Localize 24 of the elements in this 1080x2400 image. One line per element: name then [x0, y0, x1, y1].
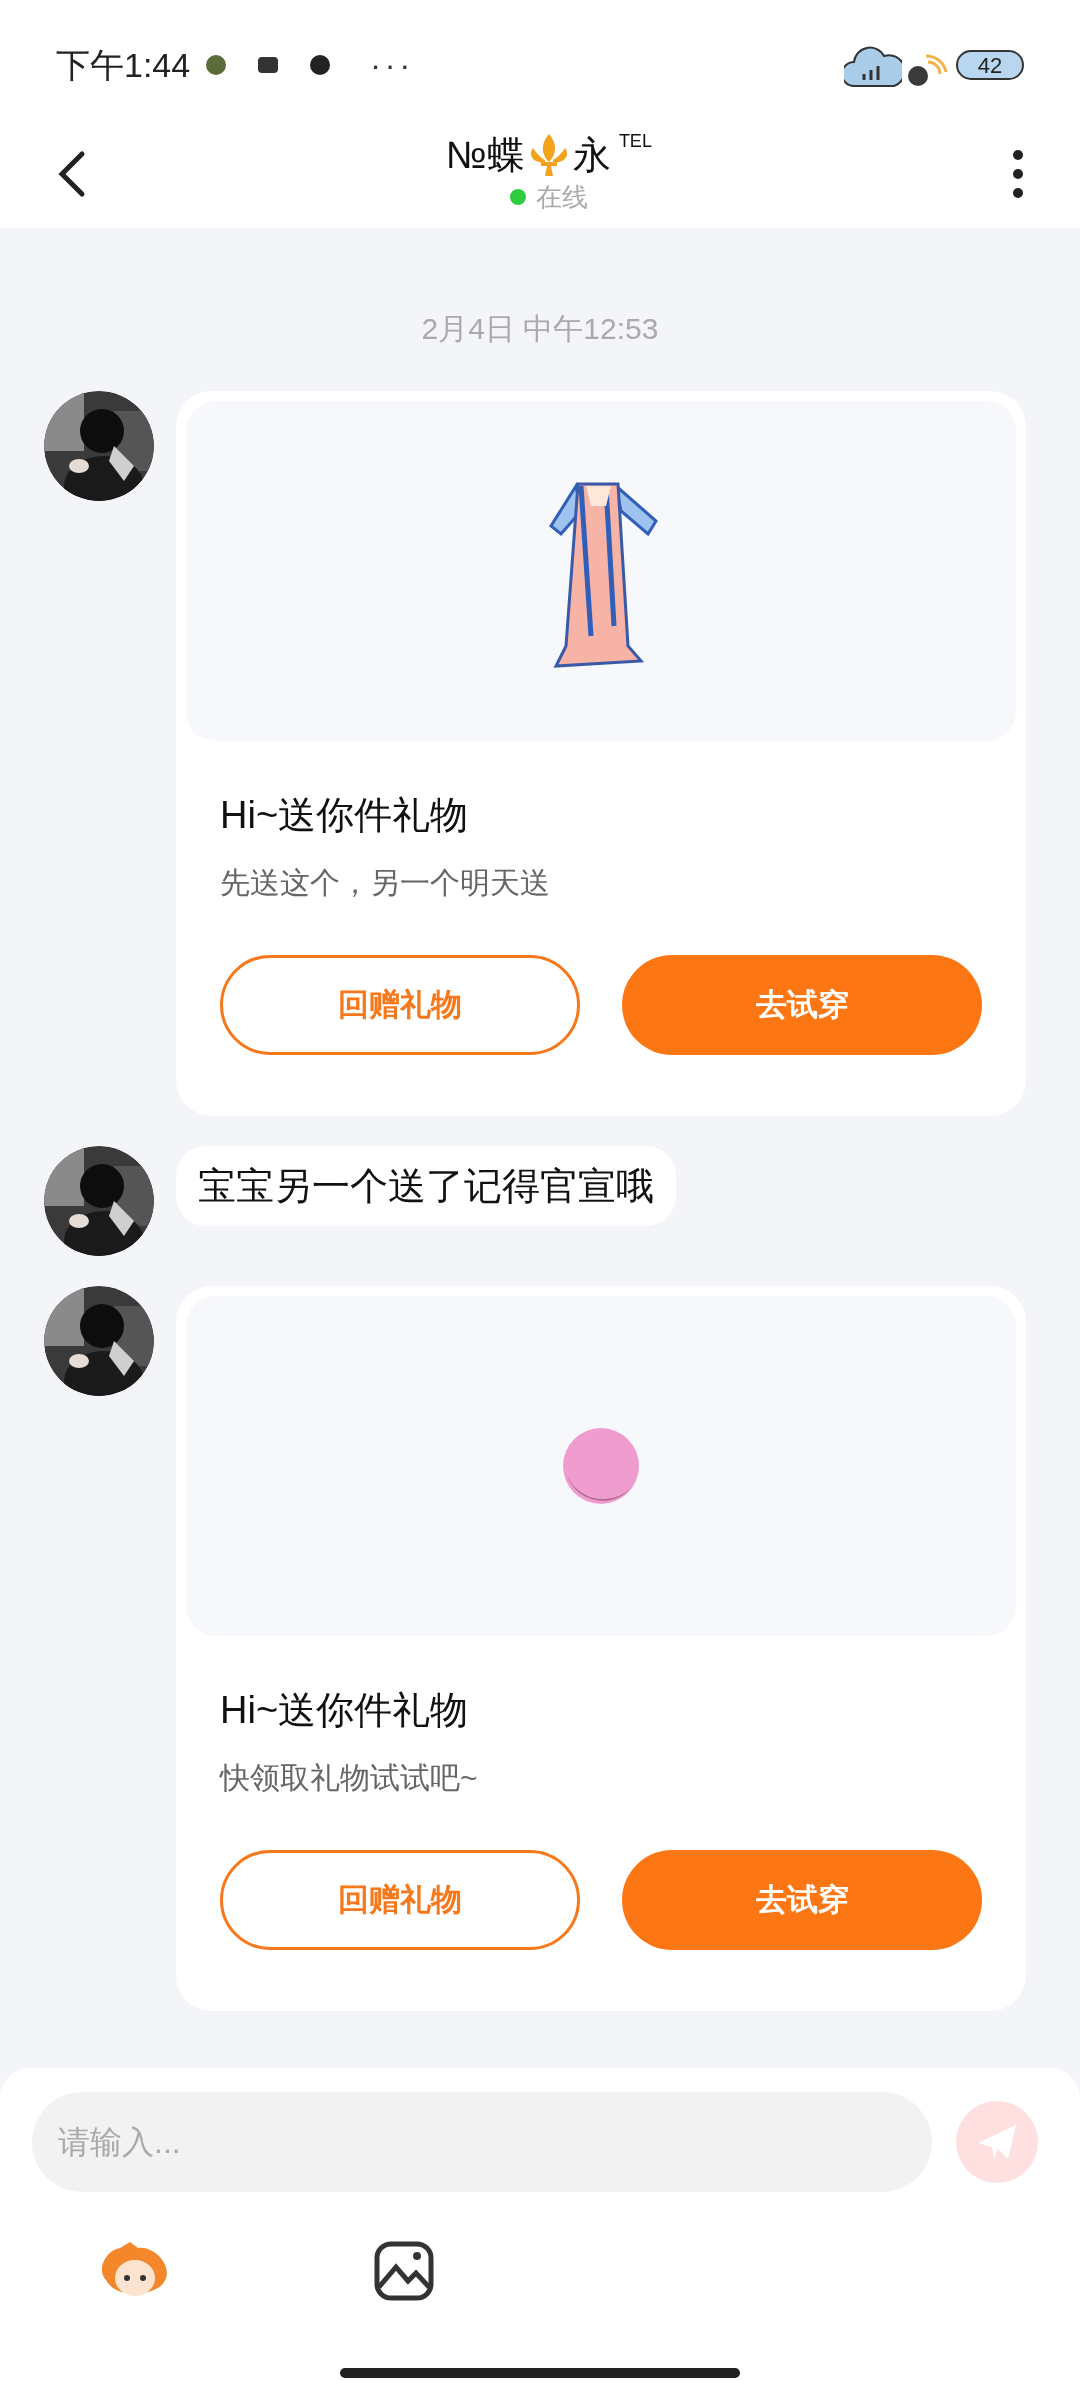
- more-notifications: ···: [370, 46, 415, 85]
- message-bubble: 宝宝另一个送了记得官宣哦: [176, 1146, 676, 1226]
- gift-message: 快领取礼物试试吧~: [220, 1760, 479, 1796]
- gift-message: 先送这个，另一个明天送: [220, 865, 551, 901]
- try-on-button[interactable]: 去试穿: [622, 1850, 982, 1950]
- ball-icon: [561, 1426, 641, 1506]
- gift-title: Hi~送你件礼物: [220, 793, 470, 838]
- battery-fish-icon: 42: [956, 50, 1024, 80]
- return-gift-button[interactable]: 回赠礼物: [220, 955, 580, 1055]
- message-date: 2月4日 中午12:53: [421, 311, 659, 347]
- contact-name: 永: [572, 132, 611, 178]
- gift-title: Hi~送你件礼物: [220, 1688, 470, 1733]
- online-status: 在线: [536, 180, 588, 214]
- more-icon[interactable]: [1012, 149, 1024, 199]
- return-gift-button[interactable]: 回赠礼物: [220, 1850, 580, 1950]
- message-input[interactable]: 请输入...: [32, 2092, 932, 2192]
- try-on-button[interactable]: 去试穿: [622, 955, 982, 1055]
- name-tag: TEL: [618, 131, 652, 150]
- image-icon[interactable]: [374, 2241, 434, 2301]
- sticker-icon: [308, 53, 333, 77]
- contact-name: №蝶: [446, 132, 525, 178]
- back-icon[interactable]: [56, 150, 86, 198]
- sticker-icon: [204, 53, 229, 77]
- status-time: 下午1:44: [56, 44, 191, 86]
